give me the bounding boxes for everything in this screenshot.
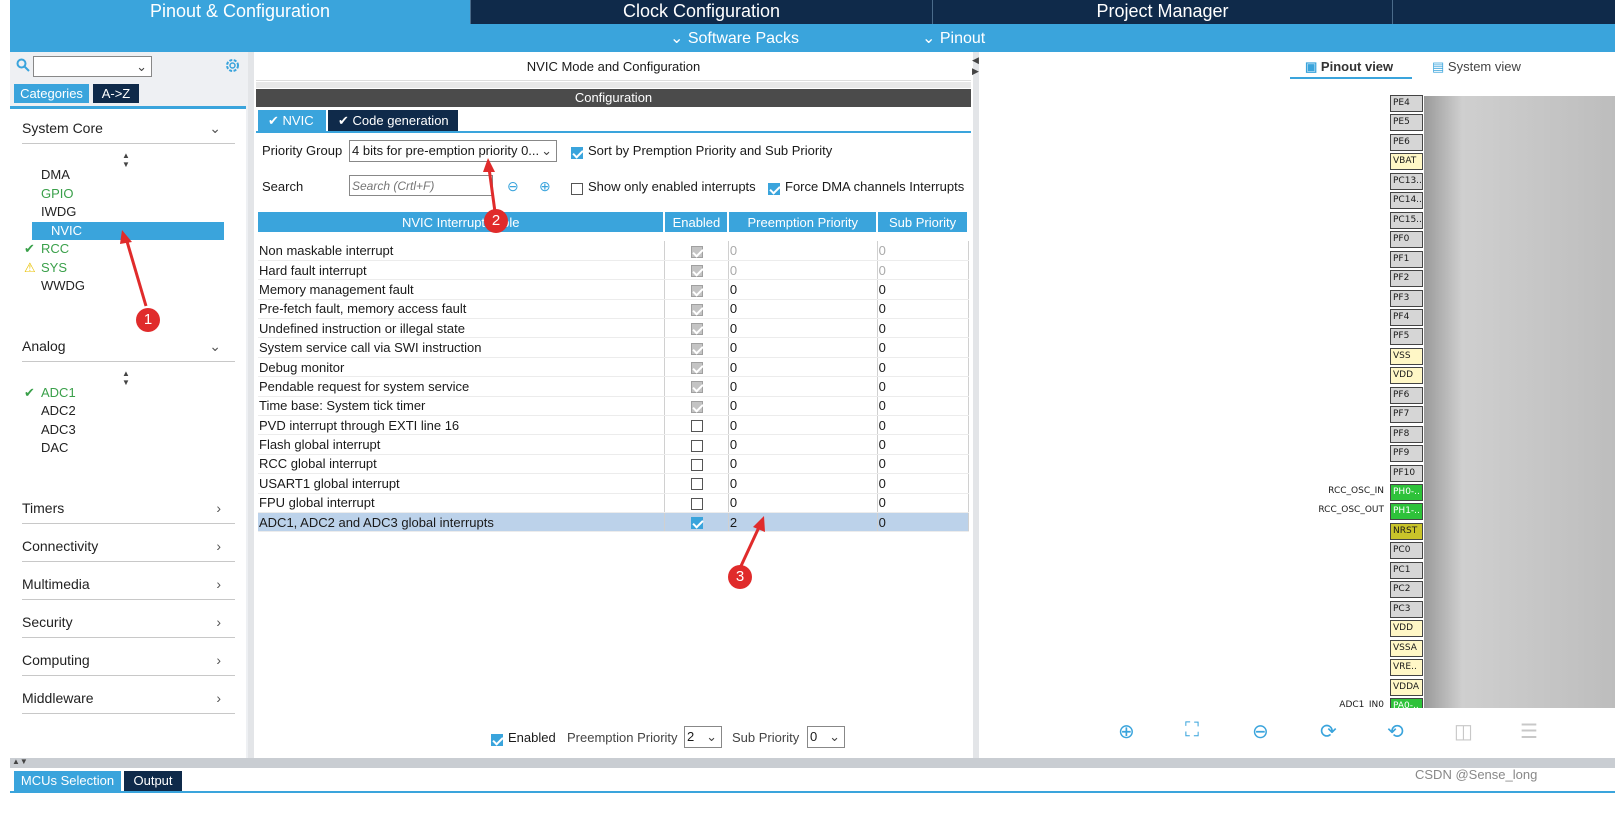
annotation-arrows <box>120 158 765 567</box>
arrow-1-head <box>120 230 132 244</box>
annotation-badge-2: 2 <box>484 209 508 233</box>
arrow-3 <box>739 524 762 567</box>
annotation-badge-3: 3 <box>728 565 752 589</box>
arrow-2-head <box>483 158 495 172</box>
arrow-2 <box>487 167 497 213</box>
annotation-badge-1: 1 <box>136 308 160 332</box>
arrow-1 <box>124 237 148 307</box>
